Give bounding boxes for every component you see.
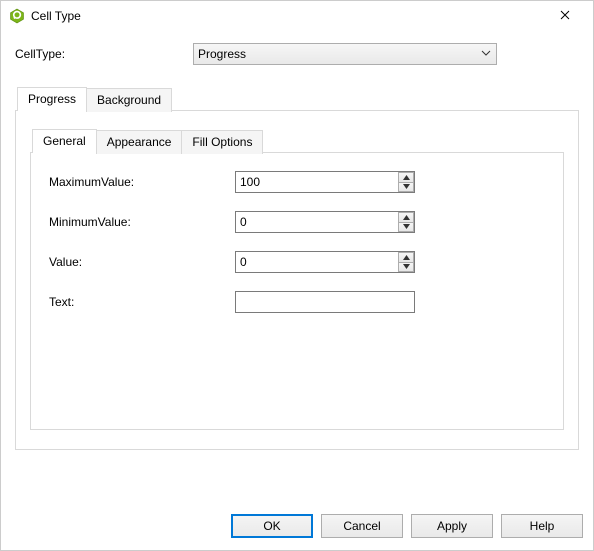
close-button[interactable] — [545, 2, 585, 30]
row-maximum-value: MaximumValue: — [49, 171, 549, 193]
caret-down-icon — [403, 184, 410, 189]
titlebar: Cell Type — [1, 1, 593, 31]
tab-background[interactable]: Background — [86, 88, 172, 112]
value-input[interactable] — [235, 251, 415, 273]
row-text: Text: — [49, 291, 549, 313]
row-celltype: CellType: Progress — [15, 43, 579, 65]
minimum-value-down[interactable] — [398, 223, 414, 233]
caret-up-icon — [403, 175, 410, 180]
tab-appearance[interactable]: Appearance — [96, 130, 183, 154]
dialog-body: CellType: Progress Progress Background — [1, 31, 593, 502]
help-button-label: Help — [530, 519, 555, 533]
maximum-value-label: MaximumValue: — [49, 175, 235, 189]
maximum-value-input[interactable] — [235, 171, 415, 193]
apply-button-label: Apply — [437, 519, 467, 533]
value-down[interactable] — [398, 263, 414, 273]
minimum-value-input[interactable] — [235, 211, 415, 233]
minimum-value-spinner — [398, 212, 414, 232]
celltype-label: CellType: — [15, 47, 193, 61]
cancel-button[interactable]: Cancel — [321, 514, 403, 538]
dialog-cell-type: Cell Type CellType: Progress Pro — [0, 0, 594, 551]
outer-tabs: Progress Background General Appearance — [15, 87, 579, 450]
minimum-value-up[interactable] — [398, 212, 414, 223]
ok-button-label: OK — [263, 519, 280, 533]
maximum-value-down[interactable] — [398, 183, 414, 193]
cancel-button-label: Cancel — [343, 519, 380, 533]
outer-tab-panel: General Appearance Fill Options MaximumV… — [15, 110, 579, 450]
caret-down-icon — [403, 224, 410, 229]
minimum-value-label: MinimumValue: — [49, 215, 235, 229]
tab-general-label: General — [43, 134, 86, 148]
outer-tab-row: Progress Background — [15, 87, 579, 111]
celltype-select-wrap: Progress — [193, 43, 497, 65]
caret-up-icon — [403, 215, 410, 220]
tab-appearance-label: Appearance — [107, 135, 172, 149]
window-title: Cell Type — [31, 9, 545, 23]
value-spinner — [398, 252, 414, 272]
celltype-select[interactable]: Progress — [193, 43, 497, 65]
caret-down-icon — [403, 264, 410, 269]
ok-button[interactable]: OK — [231, 514, 313, 538]
text-label: Text: — [49, 295, 235, 309]
inner-tab-row: General Appearance Fill Options — [30, 129, 564, 153]
apply-button[interactable]: Apply — [411, 514, 493, 538]
maximum-value-stepper — [235, 171, 415, 193]
tab-progress-label: Progress — [28, 92, 76, 106]
inner-tab-panel: MaximumValue: — [30, 152, 564, 430]
caret-up-icon — [403, 255, 410, 260]
app-icon — [9, 8, 25, 24]
minimum-value-stepper — [235, 211, 415, 233]
maximum-value-up[interactable] — [398, 172, 414, 183]
row-minimum-value: MinimumValue: — [49, 211, 549, 233]
row-value: Value: — [49, 251, 549, 273]
close-icon — [560, 9, 570, 23]
tab-progress[interactable]: Progress — [17, 87, 87, 111]
inner-tabs: General Appearance Fill Options MaximumV… — [30, 129, 564, 430]
help-button[interactable]: Help — [501, 514, 583, 538]
tab-fill-options[interactable]: Fill Options — [181, 130, 263, 154]
tab-general[interactable]: General — [32, 129, 97, 153]
dialog-footer: OK Cancel Apply Help — [1, 502, 593, 550]
value-up[interactable] — [398, 252, 414, 263]
tab-background-label: Background — [97, 93, 161, 107]
value-stepper — [235, 251, 415, 273]
text-input[interactable] — [235, 291, 415, 313]
value-label: Value: — [49, 255, 235, 269]
maximum-value-spinner — [398, 172, 414, 192]
tab-fill-options-label: Fill Options — [192, 135, 252, 149]
